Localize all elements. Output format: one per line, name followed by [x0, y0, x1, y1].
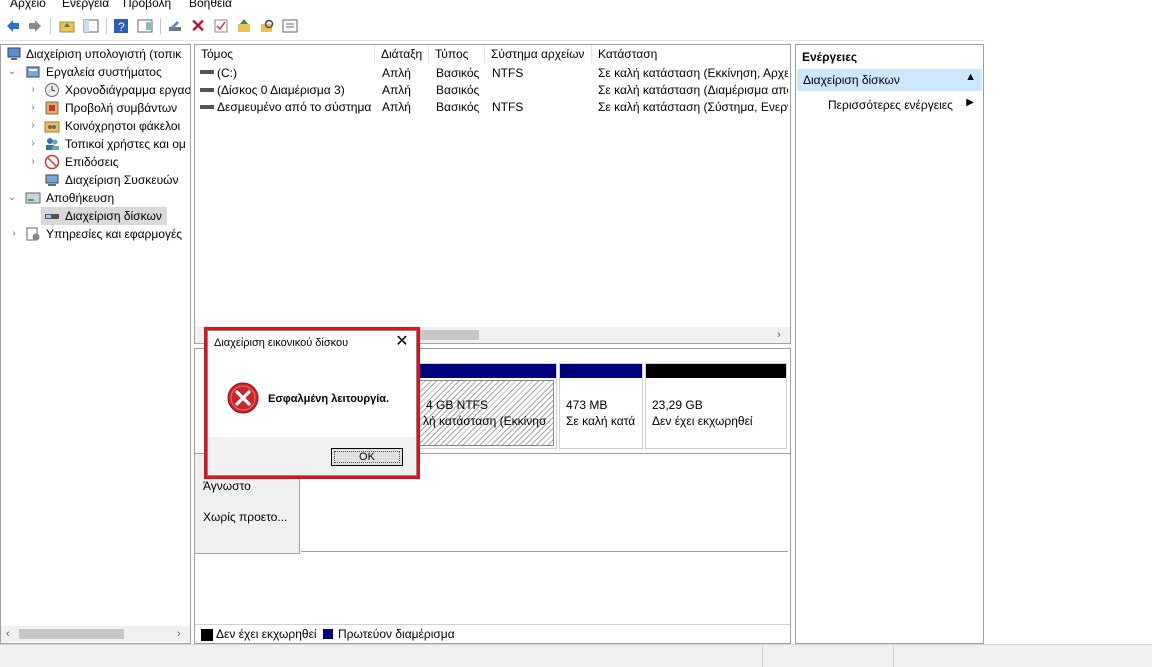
chevron-right-icon[interactable]: ›	[28, 135, 38, 153]
tree-horizontal-scrollbar[interactable]: ‹ ›	[1, 626, 190, 642]
menu-view[interactable]: Προβολή	[123, 0, 171, 10]
close-icon[interactable]: ✕	[392, 332, 412, 352]
computer-management-icon	[6, 46, 22, 62]
chevron-right-icon[interactable]: ▶	[966, 97, 974, 108]
event-viewer-icon	[44, 100, 60, 116]
dialog-footer: OK	[208, 437, 416, 475]
scroll-thumb[interactable]	[19, 629, 124, 639]
dialog-message: Εσφαλμένη λειτουργία.	[268, 393, 390, 405]
menu-action[interactable]: Ενέργεια	[62, 0, 109, 10]
chevron-right-icon[interactable]: ›	[9, 225, 19, 243]
tree-item-root[interactable]: Διαχείριση υπολογιστή (τοπικ	[1, 45, 190, 63]
volume-icon	[200, 105, 214, 109]
disk-icon	[44, 208, 60, 224]
actions-section-disk-management[interactable]: Διαχείριση δίσκων ▲	[797, 69, 982, 91]
performance-icon	[44, 154, 60, 170]
actions-header: Ενέργειες	[802, 50, 858, 64]
menu-bar: Αρχείο Ενέργεια Προβολή Βοήθεια	[0, 0, 985, 12]
delete-icon[interactable]: ✕	[189, 16, 207, 36]
dialog-body: Εσφαλμένη λειτουργία.	[208, 355, 416, 437]
tools-icon	[25, 64, 41, 80]
legend-unallocated-swatch	[201, 629, 213, 641]
tree-item-services[interactable]: › Υπηρεσίες και εφαρμογές	[1, 225, 190, 243]
tree-item-performance[interactable]: › Επιδόσεις	[1, 153, 190, 171]
tree-item-storage[interactable]: ⌄ Αποθήκευση	[1, 189, 190, 207]
scroll-left-icon[interactable]: ‹	[6, 626, 10, 642]
tree-item-local-users[interactable]: › Τοπικοί χρήστες και ομ	[1, 135, 190, 153]
show-hide-tree-icon[interactable]	[82, 17, 100, 35]
status-bar	[0, 644, 1152, 667]
partition-c[interactable]: 4 GB NTFS λή κατάσταση (Εκκίνησ	[405, 363, 557, 449]
volume-icon	[200, 88, 214, 92]
column-header-layout[interactable]: Διάταξη	[375, 45, 429, 63]
users-icon	[44, 136, 60, 152]
folder-up-icon[interactable]	[58, 17, 76, 35]
error-dialog: Διαχείριση εικονικού δίσκου ✕ Εσφαλμένη …	[207, 330, 417, 476]
legend-primary-swatch	[323, 629, 333, 639]
svg-text:?: ?	[118, 20, 125, 34]
column-header-type[interactable]: Τύπος	[429, 45, 485, 63]
properties-icon[interactable]	[136, 17, 154, 35]
clock-icon	[44, 82, 60, 98]
collapse-up-icon[interactable]: ▲	[965, 71, 976, 83]
dialog-title: Διαχείριση εικονικού δίσκου	[214, 337, 349, 349]
tree-item-shared-folders[interactable]: › Κοινόχρηστοι φάκελοι	[1, 117, 190, 135]
device-manager-icon	[44, 172, 60, 188]
services-icon	[25, 226, 41, 242]
tree-item-task-scheduler[interactable]: › Χρονοδιάγραμμα εργασ	[1, 81, 190, 99]
column-header-volume[interactable]: Τόμος	[195, 45, 375, 63]
table-row[interactable]: (C:) Απλή Βασικός NTFS Σε καλή κατάσταση…	[195, 65, 790, 82]
partition-unallocated[interactable]: 23,29 GB Δεν έχει εκχωρηθεί	[645, 363, 787, 449]
scroll-right-icon[interactable]: ›	[777, 327, 781, 343]
menu-file[interactable]: Αρχείο	[10, 0, 46, 10]
legend: Δεν έχει εκχωρηθεί Πρωτεύον διαμέρισμα	[195, 624, 790, 643]
export-icon[interactable]	[235, 17, 253, 35]
tree-item-device-manager[interactable]: Διαχείριση Συσκευών	[1, 171, 190, 189]
scroll-right-icon[interactable]: ›	[177, 626, 181, 642]
chevron-right-icon[interactable]: ›	[28, 117, 38, 135]
partition-recovery[interactable]: 473 MB Σε καλή κατά	[559, 363, 643, 449]
unallocated-bar	[646, 364, 786, 378]
chevron-right-icon[interactable]: ›	[28, 99, 38, 117]
shared-folder-icon	[44, 118, 60, 134]
tree-item-system-tools[interactable]: ⌄ Εργαλεία συστήματος	[1, 63, 190, 81]
actions-more[interactable]: Περισσότερες ενέργειες ▶	[797, 95, 982, 115]
tree-item-event-viewer[interactable]: › Προβολή συμβάντων	[1, 99, 190, 117]
back-icon[interactable]	[4, 17, 22, 35]
table-row[interactable]: Δεσμευμένο από το σύστημα Απλή Βασικός N…	[195, 99, 790, 116]
table-row[interactable]: (Δίσκος 0 Διαμέρισμα 3) Απλή Βασικός Σε …	[195, 82, 790, 99]
forward-icon[interactable]	[26, 17, 44, 35]
chevron-right-icon[interactable]: ›	[28, 153, 38, 171]
menu-help[interactable]: Βοήθεια	[189, 0, 232, 10]
primary-partition-bar	[560, 364, 642, 378]
chevron-down-icon[interactable]: ⌄	[7, 63, 17, 81]
chevron-right-icon[interactable]: ›	[28, 81, 38, 99]
primary-partition-bar	[406, 364, 556, 378]
check-icon[interactable]	[212, 17, 230, 35]
selected-hatch	[408, 380, 554, 446]
toolbar: ? ✕	[0, 12, 985, 41]
connect-disk-icon[interactable]	[166, 17, 184, 35]
search-icon[interactable]	[258, 17, 276, 35]
actions-pane: Ενέργειες Διαχείριση δίσκων ▲ Περισσότερ…	[795, 44, 984, 644]
column-header-status[interactable]: Κατάσταση	[592, 45, 790, 63]
column-header-filesystem[interactable]: Σύστημα αρχείων	[485, 45, 592, 63]
volume-icon	[200, 70, 214, 74]
help-icon[interactable]: ?	[112, 17, 130, 35]
tree-item-disk-management[interactable]: Διαχείριση δίσκων	[41, 207, 167, 225]
chevron-down-icon[interactable]: ⌄	[7, 189, 17, 207]
storage-icon	[25, 190, 41, 206]
console-icon[interactable]	[281, 17, 299, 35]
error-icon	[227, 382, 259, 417]
navigation-tree: Διαχείριση υπολογιστή (τοπικ ⌄ Εργαλεία …	[0, 44, 191, 644]
volume-list: Τόμος Διάταξη Τύπος Σύστημα αρχείων Κατά…	[194, 44, 791, 344]
ok-button[interactable]: OK	[331, 448, 403, 466]
